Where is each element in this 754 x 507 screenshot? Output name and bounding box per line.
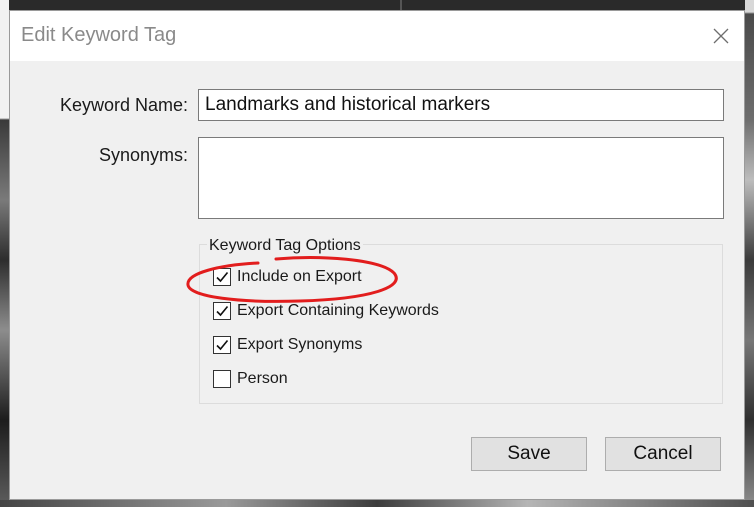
cancel-button[interactable]: Cancel — [605, 437, 721, 471]
include-on-export-checkbox[interactable] — [213, 268, 231, 286]
synonyms-label: Synonyms: — [98, 145, 188, 165]
background-photo-bottom — [0, 500, 754, 507]
keyword-name-label: Keyword Name: — [59, 95, 188, 115]
export-containing-keywords-label: Export Containing Keywords — [237, 302, 439, 319]
keyword-tag-options-label: Keyword Tag Options — [207, 237, 363, 255]
export-containing-keywords-option[interactable]: Export Containing Keywords — [213, 301, 439, 321]
synonyms-textarea[interactable] — [198, 137, 724, 219]
close-button[interactable] — [704, 19, 738, 53]
keyword-name-input[interactable] — [198, 89, 724, 121]
include-on-export-option[interactable]: Include on Export — [213, 267, 362, 287]
person-checkbox[interactable] — [213, 370, 231, 388]
export-containing-keywords-checkbox[interactable] — [213, 302, 231, 320]
export-synonyms-label: Export Synonyms — [237, 336, 363, 353]
background-divider — [400, 0, 402, 10]
background-photo-left — [0, 0, 9, 507]
person-option[interactable]: Person — [213, 369, 288, 389]
export-synonyms-checkbox[interactable] — [213, 336, 231, 354]
close-icon — [713, 28, 729, 44]
dialog-title: Edit Keyword Tag — [21, 24, 177, 46]
person-label: Person — [237, 370, 288, 387]
checkmark-icon — [216, 271, 229, 283]
include-on-export-label: Include on Export — [237, 268, 362, 285]
dialog-titlebar: Edit Keyword Tag — [10, 11, 744, 61]
save-button[interactable]: Save — [471, 437, 587, 471]
checkmark-icon — [216, 305, 229, 317]
export-synonyms-option[interactable]: Export Synonyms — [213, 335, 362, 355]
edit-keyword-tag-dialog: Edit Keyword Tag Keyword Name: Synonyms:… — [9, 10, 745, 500]
background-photo-right — [745, 0, 754, 507]
checkmark-icon — [216, 339, 229, 351]
